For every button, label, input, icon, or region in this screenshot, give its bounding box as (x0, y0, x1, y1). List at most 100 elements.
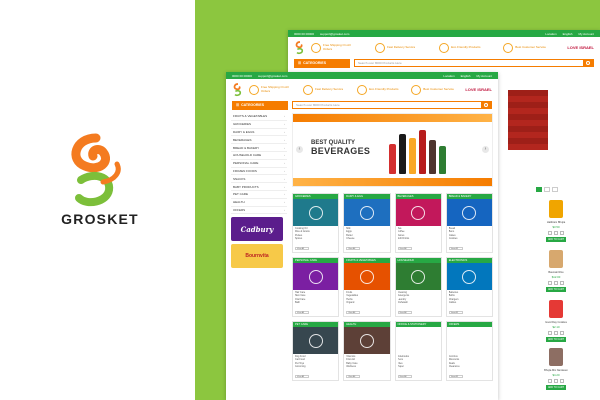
location-link[interactable]: Location (443, 74, 454, 78)
view-all-button[interactable]: View All (295, 375, 309, 378)
plus-button[interactable] (560, 379, 564, 383)
quantity-stepper[interactable] (516, 331, 596, 335)
category-link[interactable]: Cheese (346, 237, 387, 240)
sidebar-category-item[interactable]: PERSONAL CARE › (231, 160, 287, 168)
quantity-stepper[interactable] (516, 379, 596, 383)
categories-button[interactable]: ☰ CATEGORIES (232, 100, 288, 110)
category-card[interactable]: ELECTRONICS Batteries Bulbs Chargers Cables V… (445, 257, 493, 317)
product-name: Good Day Cookies (545, 321, 567, 324)
category-card[interactable]: GROCERIES Cooking Oil Rice & Grains Pulses S… (292, 193, 340, 253)
chevron-right-icon[interactable]: › (482, 146, 489, 153)
sidebar-category-item[interactable]: PET CARE › (231, 191, 287, 199)
quantity-stepper[interactable] (516, 231, 596, 235)
category-card[interactable]: OFFERS Combos Discounts Deals Clearance View … (445, 321, 493, 381)
quantity-stepper[interactable] (516, 281, 596, 285)
quantity-field[interactable] (554, 281, 558, 285)
plus-button[interactable] (560, 281, 564, 285)
category-link[interactable]: Cables (449, 301, 490, 304)
site-logo-icon[interactable] (294, 40, 306, 55)
sidebar-category-item[interactable]: GROCERIES › (231, 121, 287, 129)
view-all-button[interactable]: View All (295, 247, 309, 250)
view-all-button[interactable]: View All (448, 247, 463, 250)
add-to-cart-button[interactable]: ADD TO CART (546, 237, 566, 242)
view-all-button[interactable]: View All (448, 311, 463, 314)
search-input[interactable]: Search over 8000 Products Here (354, 59, 594, 67)
search-button[interactable] (583, 60, 593, 66)
phone-text: 0000 00 00000 (232, 73, 253, 78)
minus-button[interactable] (548, 281, 552, 285)
site-logo-icon[interactable] (232, 82, 244, 97)
chevron-left-icon[interactable]: ‹ (296, 146, 303, 153)
view-all-button[interactable]: View All (295, 311, 309, 314)
language-select[interactable]: English (461, 74, 471, 78)
delivery-icon (303, 84, 314, 95)
page-button[interactable] (544, 187, 550, 192)
category-link[interactable]: Soft Drinks (398, 237, 439, 240)
category-card[interactable]: BEVERAGES Tea Coffee Juices Soft Drinks View … (394, 193, 442, 253)
category-card[interactable]: DAIRY & EGG Milk Eggs Butter Cheese View All (343, 193, 391, 253)
quantity-field[interactable] (554, 331, 558, 335)
sidebar-category-item[interactable]: BREAD & BAKERY › (231, 144, 287, 152)
support-icon (411, 84, 422, 95)
category-link[interactable]: Clearance (449, 365, 490, 368)
search-input[interactable]: Search over 8000 Products Here (292, 101, 492, 109)
view-all-button[interactable]: View All (346, 375, 361, 378)
sidebar-category-item[interactable]: BEVERAGES › (231, 136, 287, 145)
view-all-button[interactable]: View All (448, 375, 463, 378)
view-all-button[interactable]: View All (397, 375, 412, 378)
page-button[interactable] (536, 187, 542, 192)
view-all-button[interactable]: View All (397, 311, 412, 314)
account-link[interactable]: My Account (578, 32, 594, 36)
account-link[interactable]: My Account (476, 74, 492, 78)
category-card[interactable]: FRUITS & VEGETABLES Fruits Vegetables Herbs… (343, 257, 391, 317)
category-link[interactable]: Grooming (295, 365, 336, 368)
category-card[interactable]: OFFICE & STATIONERY Notebooks Pens Files Pap… (394, 321, 442, 381)
minus-button[interactable] (548, 379, 552, 383)
add-to-cart-button[interactable]: ADD TO CART (546, 337, 566, 342)
sidebar-category-item[interactable]: SNACKS › (231, 175, 287, 184)
category-card[interactable]: BREAD & BAKERY Bread Buns Cakes Cookies View … (445, 193, 493, 253)
category-link[interactable]: Wellness (346, 365, 387, 368)
minus-button[interactable] (548, 331, 552, 335)
search-button[interactable] (481, 102, 491, 108)
page-button[interactable] (552, 187, 558, 192)
sidebar-category-item[interactable]: FROZEN FOODS › (231, 168, 287, 176)
minus-button[interactable] (548, 231, 552, 235)
cadbury-ad[interactable]: Cadbury (231, 217, 283, 242)
view-all-button[interactable]: View All (346, 311, 361, 314)
add-to-cart-button[interactable]: ADD TO CART (546, 287, 566, 292)
sidebar-category-item[interactable]: HOUSEHOLD CARE › (231, 152, 287, 160)
view-all-button[interactable]: View All (346, 247, 361, 250)
plus-button[interactable] (560, 331, 564, 335)
sidebar-category-item[interactable]: DAIRY & EGGS › (231, 129, 287, 137)
category-link[interactable]: Paper (398, 365, 439, 368)
category-link[interactable]: Cookies (449, 237, 490, 240)
product-card[interactable]: Haldiram Bhujia $3.50 ADD TO CART (516, 200, 596, 254)
language-select[interactable]: English (563, 32, 573, 36)
category-link[interactable]: Dishwash (398, 301, 439, 304)
location-link[interactable]: Location (545, 32, 556, 36)
category-card[interactable]: HEALTH Vitamins First Aid Baby Care Wellness… (343, 321, 391, 381)
chevron-right-icon: › (284, 192, 285, 197)
hero-banner[interactable]: ‹ › BEST QUALITY BEVERAGES (292, 113, 493, 187)
category-card[interactable]: PET CARE Dog Food Cat Food Pet Toys Grooming… (292, 321, 340, 381)
category-card[interactable]: HOUSEHOLD Cleaning Detergents Laundry Dishwa… (394, 257, 442, 317)
category-card[interactable]: PERSONAL CARE Hair Care Skin Care Oral Care… (292, 257, 340, 317)
add-to-cart-button[interactable]: ADD TO CART (546, 385, 566, 390)
product-card[interactable]: Bhujia Mix Namkeen $4.20 ADD TO CART (516, 348, 596, 400)
sidebar-category-item[interactable]: BABY PRODUCTS › (231, 183, 287, 191)
sidebar-category-item[interactable]: HEALTH › (231, 199, 287, 207)
categories-button[interactable]: ☰ CATEGORIES (294, 58, 350, 68)
product-card[interactable]: Good Day Cookies $2.10 ADD TO CART (516, 300, 596, 354)
product-card[interactable]: Basmati Rice $12.00 ADD TO CART (516, 250, 596, 304)
category-link[interactable]: Bath (295, 301, 336, 304)
sidebar-category-item[interactable]: OFFERS › (231, 207, 287, 215)
sidebar-category-item[interactable]: FRUITS & VEGETABLES › (231, 113, 287, 121)
plus-button[interactable] (560, 231, 564, 235)
category-link[interactable]: Spices (295, 237, 336, 240)
category-link[interactable]: Organic (346, 301, 387, 304)
quantity-field[interactable] (554, 231, 558, 235)
quantity-field[interactable] (554, 379, 558, 383)
view-all-button[interactable]: View All (397, 247, 412, 250)
bournvita-ad[interactable]: Bournvita (231, 244, 283, 269)
